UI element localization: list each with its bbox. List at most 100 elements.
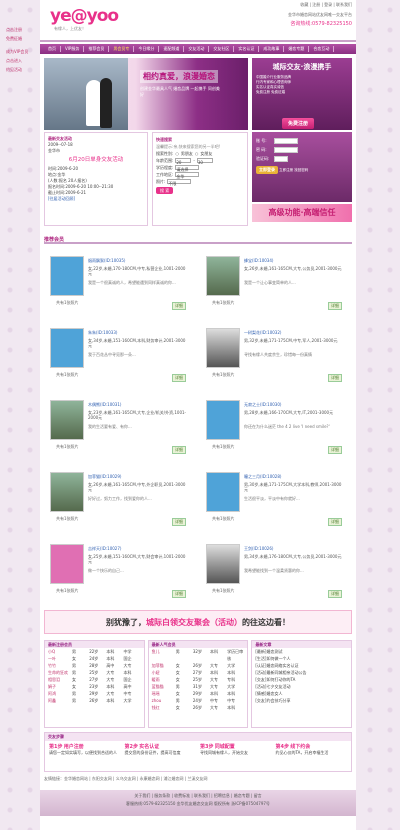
member-card[interactable]: 木偶熊(ID:10031) 女,23岁,未婚,161-165CM,大专,企业/机… bbox=[44, 392, 194, 460]
member-card[interactable]: 无寂之士(ID:10030) 男,28岁,未婚,166-170CM,大专,IT,… bbox=[200, 392, 350, 460]
city-select[interactable]: 金华 bbox=[175, 172, 200, 179]
list-item[interactable]: 小Q 男 22岁 本科 中学 bbox=[45, 648, 144, 655]
username-input[interactable] bbox=[274, 138, 298, 144]
member-name[interactable]: 吉祥天(ID:10027) bbox=[88, 546, 121, 552]
list-item[interactable]: [活动]七夕交友活动 bbox=[252, 683, 351, 690]
list-item[interactable]: 暖雨女 25岁 大专 专科 bbox=[149, 676, 248, 683]
top-links[interactable]: 收藏 | 注册 | 登录 | 联系我们 bbox=[300, 2, 352, 8]
avatar[interactable] bbox=[206, 256, 240, 296]
detail-button[interactable]: 详细 bbox=[328, 590, 342, 598]
nav-item[interactable]: 交友社区 bbox=[209, 46, 235, 52]
free-register-button[interactable]: 免费注册 bbox=[282, 118, 315, 129]
list-item[interactable]: [生活]如何做一个人 bbox=[252, 655, 351, 662]
event-ad-banner[interactable]: 别犹豫了，城际白领交友聚会（活动）的往这边看！ bbox=[44, 610, 352, 634]
nav-item[interactable]: 今日缘分 bbox=[134, 46, 160, 52]
member-card[interactable]: 一树梨花(ID:10032) 男,32岁,未婚,171-175CM,中专,军人,… bbox=[200, 320, 350, 388]
avatar[interactable] bbox=[206, 400, 240, 440]
member-name[interactable]: 加菲猫(ID:10029) bbox=[88, 474, 121, 480]
member-card[interactable]: 蜂宝(ID:10034) 女,26岁,未婚,161-165CM,大专,公务员,2… bbox=[200, 248, 350, 316]
side-link[interactable]: 成为VIP会员 bbox=[6, 48, 32, 55]
member-card[interactable]: 瞳之三月(ID:10028) 男,30岁,未婚,171-175CM,大学本科,教… bbox=[200, 464, 350, 532]
avatar[interactable] bbox=[50, 544, 84, 584]
list-item[interactable]: 瑶瑶女 29岁 本科 本科 bbox=[149, 690, 248, 697]
list-item[interactable]: [最新]婚恋测试 bbox=[252, 648, 351, 655]
member-name[interactable]: 木偶熊(ID:10031) bbox=[88, 402, 121, 408]
detail-button[interactable]: 详细 bbox=[172, 446, 186, 454]
list-item[interactable]: 阿鑫男 26岁 本科 大学 bbox=[45, 697, 144, 704]
list-item[interactable]: 一叶女 24岁 本科 国企 bbox=[45, 655, 144, 662]
member-card[interactable]: 加菲猫(ID:10029) 女,26岁,未婚,161-165CM,中专,外企职员… bbox=[44, 464, 194, 532]
side-link[interactable]: 点击注册 bbox=[6, 26, 32, 33]
search-button[interactable]: 搜 索 bbox=[156, 187, 174, 194]
list-item[interactable]: 娟子女 23岁 本科 高中 bbox=[45, 683, 144, 690]
member-name[interactable]: 王剑(ID:10026) bbox=[244, 546, 273, 552]
list-item[interactable]: 加菲猫女 26岁 大专 大学 bbox=[149, 662, 248, 669]
activity-more-link[interactable]: [往届活动回顾] bbox=[48, 196, 144, 202]
detail-button[interactable]: 详细 bbox=[328, 518, 342, 526]
detail-button[interactable]: 详细 bbox=[172, 518, 186, 526]
friendly-links[interactable]: 友情链接：金华婚恋网站 | 东阳交友网 | 义乌交友网 | 永康婚恋网 | 浦江… bbox=[44, 776, 207, 782]
list-item[interactable]: [情感]婚恋女人 bbox=[252, 690, 351, 697]
list-item[interactable]: 竹竹男 28岁 高中 大专 bbox=[45, 662, 144, 669]
member-name[interactable]: 一树梨花(ID:10032) bbox=[244, 330, 281, 336]
detail-button[interactable]: 详细 bbox=[172, 590, 186, 598]
login-button[interactable]: 立即登录 bbox=[256, 166, 278, 174]
list-item[interactable]: 钱红女 26岁 大专 本科 bbox=[149, 704, 248, 711]
avatar[interactable] bbox=[206, 472, 240, 512]
password-input[interactable] bbox=[274, 147, 298, 153]
side-link[interactable]: 免费征婚 bbox=[6, 35, 32, 42]
male-radio[interactable]: ○ bbox=[175, 150, 179, 157]
list-item[interactable]: [活动]最新同城相亲活动公告 bbox=[252, 669, 351, 676]
avatar[interactable] bbox=[50, 256, 84, 296]
age-from-select[interactable]: 20 bbox=[175, 158, 192, 165]
member-name[interactable]: 朱朱(ID:10033) bbox=[88, 330, 117, 336]
nav-item[interactable]: 首页 bbox=[44, 46, 61, 52]
avatar[interactable] bbox=[50, 328, 84, 368]
detail-button[interactable]: 详细 bbox=[328, 446, 342, 454]
nav-item[interactable]: 合恋互动 bbox=[309, 46, 335, 52]
list-item[interactable]: 鱼儿男 32岁 本科 学历已审核 bbox=[149, 648, 248, 662]
hero-banner[interactable]: 相约真爱，浪漫婚恋 创建金华最具人气 婚恋品牌 一起携手 同创美好 bbox=[44, 58, 248, 130]
list-item[interactable]: 蓝猫猫男 31岁 大专 大学 bbox=[149, 683, 248, 690]
member-name[interactable]: 烟雨飘絮(ID:10035) bbox=[88, 258, 125, 264]
nav-item[interactable]: 速配频道 bbox=[159, 46, 185, 52]
register-link[interactable]: 立即注册 bbox=[279, 168, 293, 172]
nav-item[interactable]: VIP服务 bbox=[61, 46, 85, 52]
captcha-input[interactable] bbox=[274, 156, 288, 162]
logo[interactable]: ye@yoo 有缘人，上优友！ bbox=[50, 6, 119, 32]
detail-button[interactable]: 详细 bbox=[328, 302, 342, 310]
photo-select[interactable]: 不限 bbox=[167, 179, 192, 186]
side-link[interactable]: 约见活动 bbox=[6, 66, 32, 73]
member-name[interactable]: 无寂之士(ID:10030) bbox=[244, 402, 281, 408]
nav-item[interactable]: 交友活动 bbox=[184, 46, 210, 52]
detail-button[interactable]: 详细 bbox=[328, 374, 342, 382]
nav-item[interactable]: 实名认证 bbox=[234, 46, 260, 52]
member-name[interactable]: 瞳之三月(ID:10028) bbox=[244, 474, 281, 480]
vip-banner[interactable]: 高级功能·高端信任 bbox=[252, 204, 352, 222]
detail-button[interactable]: 详细 bbox=[172, 374, 186, 382]
member-card[interactable]: 王剑(ID:10026) 男,34岁,未婚,176-180CM,大专,公务员,2… bbox=[200, 536, 350, 604]
list-item[interactable]: [交友]约会技巧分享 bbox=[252, 697, 351, 704]
avatar[interactable] bbox=[50, 472, 84, 512]
avatar[interactable] bbox=[50, 400, 84, 440]
side-link[interactable]: 点击进入 bbox=[6, 57, 32, 64]
avatar[interactable] bbox=[206, 328, 240, 368]
nav-item[interactable]: 推荐会员 bbox=[84, 46, 110, 52]
member-card[interactable]: 朱朱(ID:10033) 女,34岁,未婚,151-160CM,本科,财务审计,… bbox=[44, 320, 194, 388]
avatar[interactable] bbox=[206, 544, 240, 584]
age-to-select[interactable]: 30 bbox=[196, 158, 213, 165]
forgot-password-link[interactable]: 找回密码 bbox=[294, 168, 308, 172]
list-item[interactable]: 阿鸿男 29岁 大专 中专 bbox=[45, 690, 144, 697]
list-item[interactable]: 小妞女 27岁 本科 本科 bbox=[149, 669, 248, 676]
member-card[interactable]: 吉祥天(ID:10027) 女,25岁,未婚,151-160CM,大专,财会审计… bbox=[44, 536, 194, 604]
list-item[interactable]: [交友]如何打动你的TA bbox=[252, 676, 351, 683]
nav-item[interactable]: 成功故事 bbox=[259, 46, 285, 52]
member-name[interactable]: 蜂宝(ID:10034) bbox=[244, 258, 273, 264]
list-item[interactable]: [认证]婚恋网络实名认证 bbox=[252, 662, 351, 669]
nav-item[interactable]: 男会员专 bbox=[109, 46, 135, 52]
list-item[interactable]: 相思泪女 27岁 大专 国企 bbox=[45, 676, 144, 683]
activity-name[interactable]: 6月20日单身交友活动 bbox=[48, 157, 144, 163]
member-card[interactable]: 烟雨飘絮(ID:10035) 女,22岁,未婚,170-180CM,中专,私营企… bbox=[44, 248, 194, 316]
list-item[interactable]: zhou 男 24岁 中专 中专 bbox=[149, 697, 248, 704]
education-select[interactable]: 请选择 bbox=[175, 165, 200, 172]
